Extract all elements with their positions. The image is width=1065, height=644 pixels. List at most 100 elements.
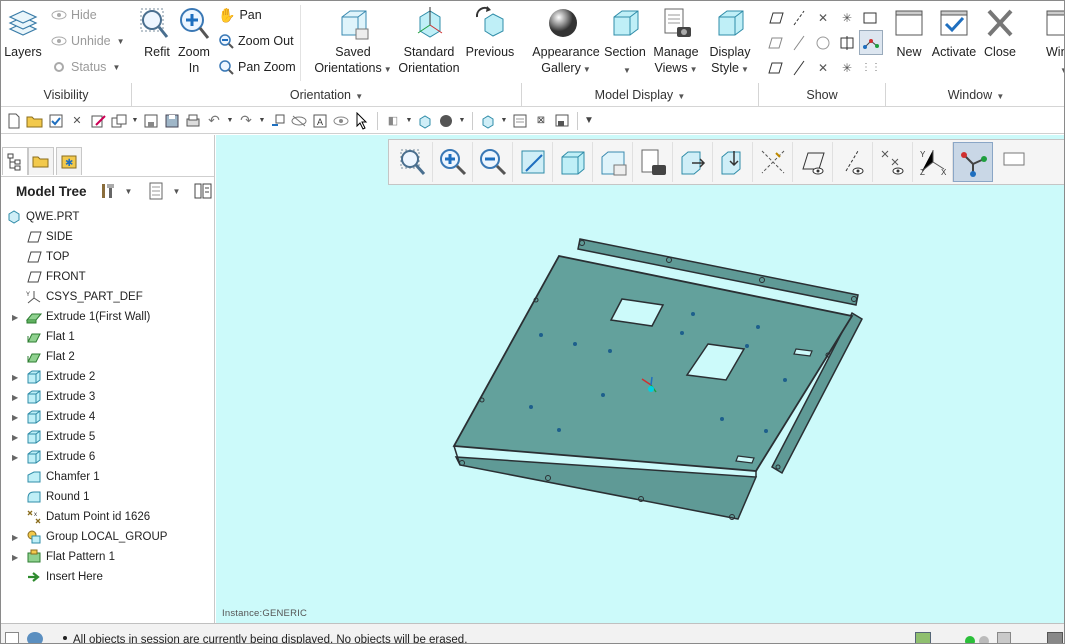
pan-zoom-button[interactable]: Pan Zoom — [218, 57, 296, 77]
expand-arrow-icon[interactable]: ▶ — [12, 413, 18, 422]
refit-button[interactable]: Refit — [136, 5, 172, 59]
point-visibility-icon[interactable]: ✕ — [811, 55, 835, 80]
repaint-icon[interactable] — [416, 112, 434, 130]
model-info-icon[interactable] — [511, 112, 529, 130]
smart-filter-icon[interactable] — [1047, 632, 1063, 643]
plane-display-icon[interactable] — [763, 5, 787, 30]
tree-item[interactable]: ▶ Extrude 2 — [1, 367, 213, 387]
tree-item[interactable]: ▶ Extrude 6 — [1, 447, 213, 467]
window-group-label[interactable]: Window ▼ — [886, 87, 1064, 103]
tree-columns-icon[interactable] — [194, 182, 212, 200]
status-button[interactable]: Status ▼ — [51, 57, 120, 77]
saved-orientations-button[interactable]: Saved Orientations ▼ — [308, 5, 398, 75]
expand-arrow-icon[interactable]: ▶ — [12, 433, 18, 442]
grid-toggle-icon[interactable] — [5, 632, 19, 643]
tree-item[interactable]: FRONT — [1, 267, 213, 287]
display-style-icon[interactable] — [479, 112, 497, 130]
chevron-down-icon[interactable]: ▼ — [405, 117, 413, 124]
graphics-window[interactable]: YZX Instance:GENERIC — [216, 135, 1065, 623]
view-eye-icon[interactable] — [332, 112, 350, 130]
measure-icon[interactable]: ⊠ — [532, 112, 550, 130]
chevron-down-icon[interactable]: ▼ — [131, 117, 139, 124]
tree-item[interactable]: Y CSYS_PART_DEF — [1, 287, 213, 307]
tree-item[interactable]: SIDE — [1, 227, 213, 247]
datum-display-active-icon[interactable] — [859, 30, 883, 55]
save-copy-icon[interactable] — [142, 112, 160, 130]
new-window-button[interactable]: New — [888, 5, 930, 59]
save-icon[interactable] — [163, 112, 181, 130]
show-tree-icon[interactable] — [148, 182, 164, 200]
windows-button[interactable]: Windo ▼ — [1030, 5, 1064, 75]
csys-tag-icon[interactable] — [835, 30, 859, 55]
appearance-sphere-icon[interactable] — [437, 112, 455, 130]
screen-capture-icon[interactable] — [553, 112, 571, 130]
csys-display-icon[interactable]: ✳ — [835, 5, 859, 30]
axis-display-icon[interactable] — [787, 5, 811, 30]
expand-arrow-icon[interactable]: ▶ — [12, 373, 18, 382]
tree-item[interactable]: x Datum Point id 1626 — [1, 507, 213, 527]
plane-visibility-icon[interactable] — [763, 55, 787, 80]
regen-status-icon[interactable] — [915, 632, 931, 643]
windows-arrange-icon[interactable] — [110, 112, 128, 130]
unhide-button[interactable]: Unhide ▼ — [51, 31, 125, 51]
tree-item[interactable]: Flat 2 — [1, 347, 213, 367]
annotation-display-icon[interactable] — [859, 5, 883, 30]
selection-filter-icon[interactable] — [997, 632, 1011, 643]
tree-item[interactable]: QWE.PRT — [1, 207, 213, 227]
tree-item[interactable]: TOP — [1, 247, 213, 267]
manage-views-button[interactable]: Manage Views ▼ — [650, 5, 702, 75]
tree-item[interactable]: ▶ Group LOCAL_GROUP — [1, 527, 213, 547]
tree-item[interactable]: Flat 1 — [1, 327, 213, 347]
tab-favorites[interactable]: ✱ — [56, 147, 82, 175]
pan-button[interactable]: ✋ Pan — [218, 5, 262, 25]
orientation-group-label[interactable]: Orientation ▼ — [132, 87, 521, 103]
browser-toggle-icon[interactable] — [27, 632, 43, 643]
tree-item[interactable]: ▶ Extrude 3 — [1, 387, 213, 407]
chevron-down-icon[interactable]: ▼ — [458, 117, 466, 124]
tree-settings-icon[interactable] — [99, 182, 117, 200]
expand-arrow-icon[interactable]: ▶ — [12, 453, 18, 462]
layers-button[interactable]: Layers — [3, 5, 43, 59]
annotation-icon[interactable]: A — [311, 112, 329, 130]
chevron-down-icon[interactable]: ▼ — [172, 187, 180, 196]
hide-button[interactable]: Hide — [51, 5, 97, 25]
tree-item[interactable]: ▶ Extrude 1(First Wall) — [1, 307, 213, 327]
check-document-icon[interactable] — [47, 112, 65, 130]
axis-tag-icon[interactable] — [787, 30, 811, 55]
customize-toolbar-icon[interactable]: ▼ — [584, 115, 594, 126]
chevron-down-icon[interactable]: ▼ — [500, 117, 508, 124]
select-filter-icon[interactable]: ◧ — [384, 112, 402, 130]
section-button[interactable]: Section ▼ — [602, 5, 648, 75]
expand-arrow-icon[interactable]: ▶ — [12, 533, 18, 542]
redo-icon[interactable]: ↷ — [237, 112, 255, 130]
chevron-down-icon[interactable]: ▼ — [226, 117, 234, 124]
point-display-icon[interactable]: ✕ — [811, 5, 835, 30]
tab-folder-browser[interactable] — [28, 147, 54, 175]
axis-visibility-icon[interactable] — [787, 55, 811, 80]
tree-item[interactable]: ▶ Extrude 4 — [1, 407, 213, 427]
tree-item[interactable]: Chamfer 1 — [1, 467, 213, 487]
chevron-down-icon[interactable]: ▼ — [258, 117, 266, 124]
plane-tag-icon[interactable] — [763, 30, 787, 55]
edit-definition-icon[interactable] — [89, 112, 107, 130]
spin-center-icon[interactable] — [811, 30, 835, 55]
appearance-gallery-button[interactable]: Appearance Gallery ▼ — [526, 5, 600, 75]
undo-icon[interactable]: ↶ — [205, 112, 223, 130]
open-folder-icon[interactable] — [26, 112, 44, 130]
expand-arrow-icon[interactable]: ▶ — [12, 553, 18, 562]
previous-orientation-button[interactable]: Previous — [464, 5, 516, 59]
tree-item[interactable]: Round 1 — [1, 487, 213, 507]
hide-eye-icon[interactable] — [290, 112, 308, 130]
tree-item[interactable]: Insert Here — [1, 567, 213, 587]
tree-item[interactable]: ▶ Extrude 5 — [1, 427, 213, 447]
print-icon[interactable] — [184, 112, 202, 130]
activate-button[interactable]: Activate — [930, 5, 978, 59]
expand-arrow-icon[interactable]: ▶ — [12, 313, 18, 322]
zoom-in-button[interactable]: Zoom In — [174, 5, 214, 75]
chevron-down-icon[interactable]: ▼ — [125, 187, 133, 196]
tree-item[interactable]: ▶ Flat Pattern 1 — [1, 547, 213, 567]
zoom-out-button[interactable]: Zoom Out — [218, 31, 294, 51]
csys-visibility-icon[interactable]: ✳ — [835, 55, 859, 80]
part-model-view[interactable] — [216, 135, 1065, 623]
new-file-icon[interactable] — [5, 112, 23, 130]
